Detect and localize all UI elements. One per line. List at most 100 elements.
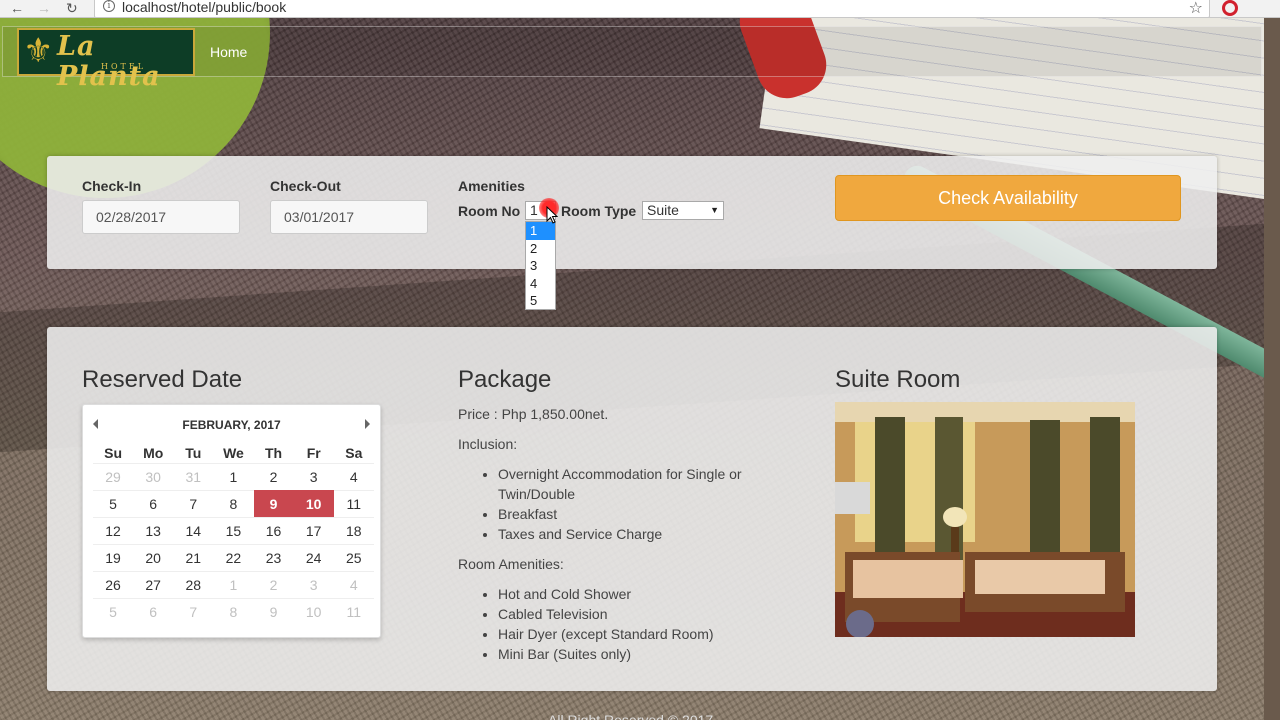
room-no-label: Room No [458, 203, 521, 219]
footer-text: All Right Reserved © 2017 [548, 712, 714, 720]
calendar-day[interactable]: 11 [333, 598, 374, 625]
calendar-day[interactable]: 2 [253, 571, 294, 598]
chevron-down-icon: ▼ [710, 205, 719, 215]
calendar-day[interactable]: 29 [93, 463, 134, 490]
calendar-day[interactable]: 8 [213, 598, 254, 625]
calendar-day[interactable]: 28 [173, 571, 214, 598]
calendar-weekday: Su [104, 445, 122, 461]
calendar-day[interactable]: 18 [333, 517, 374, 544]
mouse-cursor-icon [546, 206, 558, 224]
calendar-day[interactable]: 11 [333, 490, 374, 517]
calendar-day[interactable]: 9 [253, 490, 294, 517]
calendar-week: 29 30 31 1 2 3 4 [93, 463, 374, 490]
reload-icon[interactable]: ↻ [66, 0, 78, 16]
calendar-grid: Su Mo Tu We Th Fr Sa 29 30 31 1 2 3 4 5 6 7 8 9 10 11 12 13 14… [93, 443, 374, 625]
calendar-day[interactable]: 20 [133, 544, 174, 571]
calendar-week: 26 27 28 1 2 3 4 [93, 571, 374, 598]
room-no-option[interactable]: 2 [526, 240, 555, 258]
reserved-date-title: Reserved Date [82, 366, 243, 393]
room-illustration [835, 402, 1135, 637]
arrow-left-icon[interactable]: ← [10, 0, 24, 16]
calendar-day[interactable]: 24 [293, 544, 334, 571]
amenities-label: Amenities [458, 178, 525, 194]
inclusion-item: Taxes and Service Charge [498, 524, 778, 544]
calendar-day[interactable]: 6 [133, 490, 174, 517]
room-type-select[interactable]: Suite ▼ [642, 201, 724, 220]
hotel-logo[interactable]: ⚜ La Planta HOTEL [17, 28, 195, 92]
fleur-de-lis-icon: ⚜ [23, 31, 54, 71]
calendar-day[interactable]: 31 [173, 463, 214, 490]
package-details: Price : Php 1,850.00net. Inclusion: Over… [458, 404, 778, 674]
calendar-month: FEBRUARY, 2017 [182, 418, 281, 432]
package-price: Price : Php 1,850.00net. [458, 406, 609, 422]
browser-toolbar: ← → ↻ i localhost/hotel/public/book ☆ [0, 0, 1280, 18]
calendar-day[interactable]: 2 [253, 463, 294, 490]
calendar-day[interactable]: 30 [133, 463, 174, 490]
checkin-input[interactable] [82, 200, 240, 234]
amenity-item: Hair Dyer (except Standard Room) [498, 624, 778, 644]
calendar-day[interactable]: 5 [93, 598, 134, 625]
address-bar[interactable]: i localhost/hotel/public/book ☆ [94, 0, 1210, 18]
calendar-weekday: Mo [143, 445, 164, 461]
room-no-option[interactable]: 3 [526, 257, 555, 275]
calendar-day[interactable]: 12 [93, 517, 134, 544]
calendar-day[interactable]: 25 [333, 544, 374, 571]
calendar-weekday: Tu [185, 445, 202, 461]
amenity-item: Mini Bar (Suites only) [498, 644, 778, 664]
calendar-day[interactable]: 5 [93, 490, 134, 517]
calendar-day[interactable]: 17 [293, 517, 334, 544]
calendar-day[interactable]: 10 [293, 490, 334, 517]
room-no-option[interactable]: 5 [526, 292, 555, 310]
amenity-item: Hot and Cold Shower [498, 584, 778, 604]
inclusion-label: Inclusion: [458, 436, 518, 452]
calendar-day[interactable]: 21 [173, 544, 214, 571]
calendar-day[interactable]: 15 [213, 517, 254, 544]
room-no-dropdown[interactable]: 1 2 3 4 5 [525, 221, 556, 310]
check-availability-button[interactable]: Check Availability [835, 175, 1181, 221]
calendar-weekday: Fr [306, 445, 321, 461]
calendar-day[interactable]: 14 [173, 517, 214, 544]
calendar-day[interactable]: 19 [93, 544, 134, 571]
logo-subtitle: HOTEL [101, 62, 147, 71]
nav-home-link[interactable]: Home [210, 44, 247, 60]
calendar-day[interactable]: 10 [293, 598, 334, 625]
calendar-day[interactable]: 13 [133, 517, 174, 544]
room-type-label: Room Type [561, 203, 637, 219]
calendar-day[interactable]: 9 [253, 598, 294, 625]
star-icon[interactable]: ☆ [1189, 0, 1203, 18]
info-icon[interactable]: i [103, 0, 115, 12]
arrow-right-icon[interactable]: → [37, 0, 51, 16]
calendar-day[interactable]: 3 [293, 463, 334, 490]
calendar-weekday: We [223, 445, 244, 461]
calendar-day[interactable]: 26 [93, 571, 134, 598]
checkin-label: Check-In [82, 178, 142, 194]
calendar-day[interactable]: 6 [133, 598, 174, 625]
calendar-next-icon[interactable] [365, 419, 370, 429]
checkout-label: Check-Out [270, 178, 341, 194]
calendar-day[interactable]: 1 [213, 463, 254, 490]
calendar-day[interactable]: 3 [293, 571, 334, 598]
reserved-calendar: FEBRUARY, 2017 Su Mo Tu We Th Fr Sa 29 30 31 1 2 3 4… [82, 404, 381, 638]
checkout-input[interactable] [270, 200, 428, 234]
inclusion-item: Overnight Accommodation for Single or Tw… [498, 464, 778, 504]
calendar-week: 12 13 14 15 16 17 18 [93, 517, 374, 544]
calendar-day[interactable]: 4 [333, 571, 374, 598]
room-no-option[interactable]: 1 [526, 222, 555, 240]
package-title: Package [458, 366, 552, 393]
calendar-week: 5 6 7 8 9 10 11 [93, 598, 374, 625]
room-amenities-label: Room Amenities: [458, 556, 564, 572]
calendar-day[interactable]: 7 [173, 490, 214, 517]
calendar-day[interactable]: 22 [213, 544, 254, 571]
room-no-value: 1 [530, 202, 538, 218]
calendar-day[interactable]: 16 [253, 517, 294, 544]
calendar-day[interactable]: 27 [133, 571, 174, 598]
room-no-option[interactable]: 4 [526, 275, 555, 293]
calendar-day[interactable]: 23 [253, 544, 294, 571]
calendar-day[interactable]: 8 [213, 490, 254, 517]
calendar-day[interactable]: 7 [173, 598, 214, 625]
opera-icon[interactable] [1222, 0, 1238, 16]
calendar-weekday: Sa [345, 445, 363, 461]
calendar-day[interactable]: 4 [333, 463, 374, 490]
calendar-day[interactable]: 1 [213, 571, 254, 598]
amenities-list: Hot and Cold ShowerCabled TelevisionHair… [498, 584, 778, 664]
